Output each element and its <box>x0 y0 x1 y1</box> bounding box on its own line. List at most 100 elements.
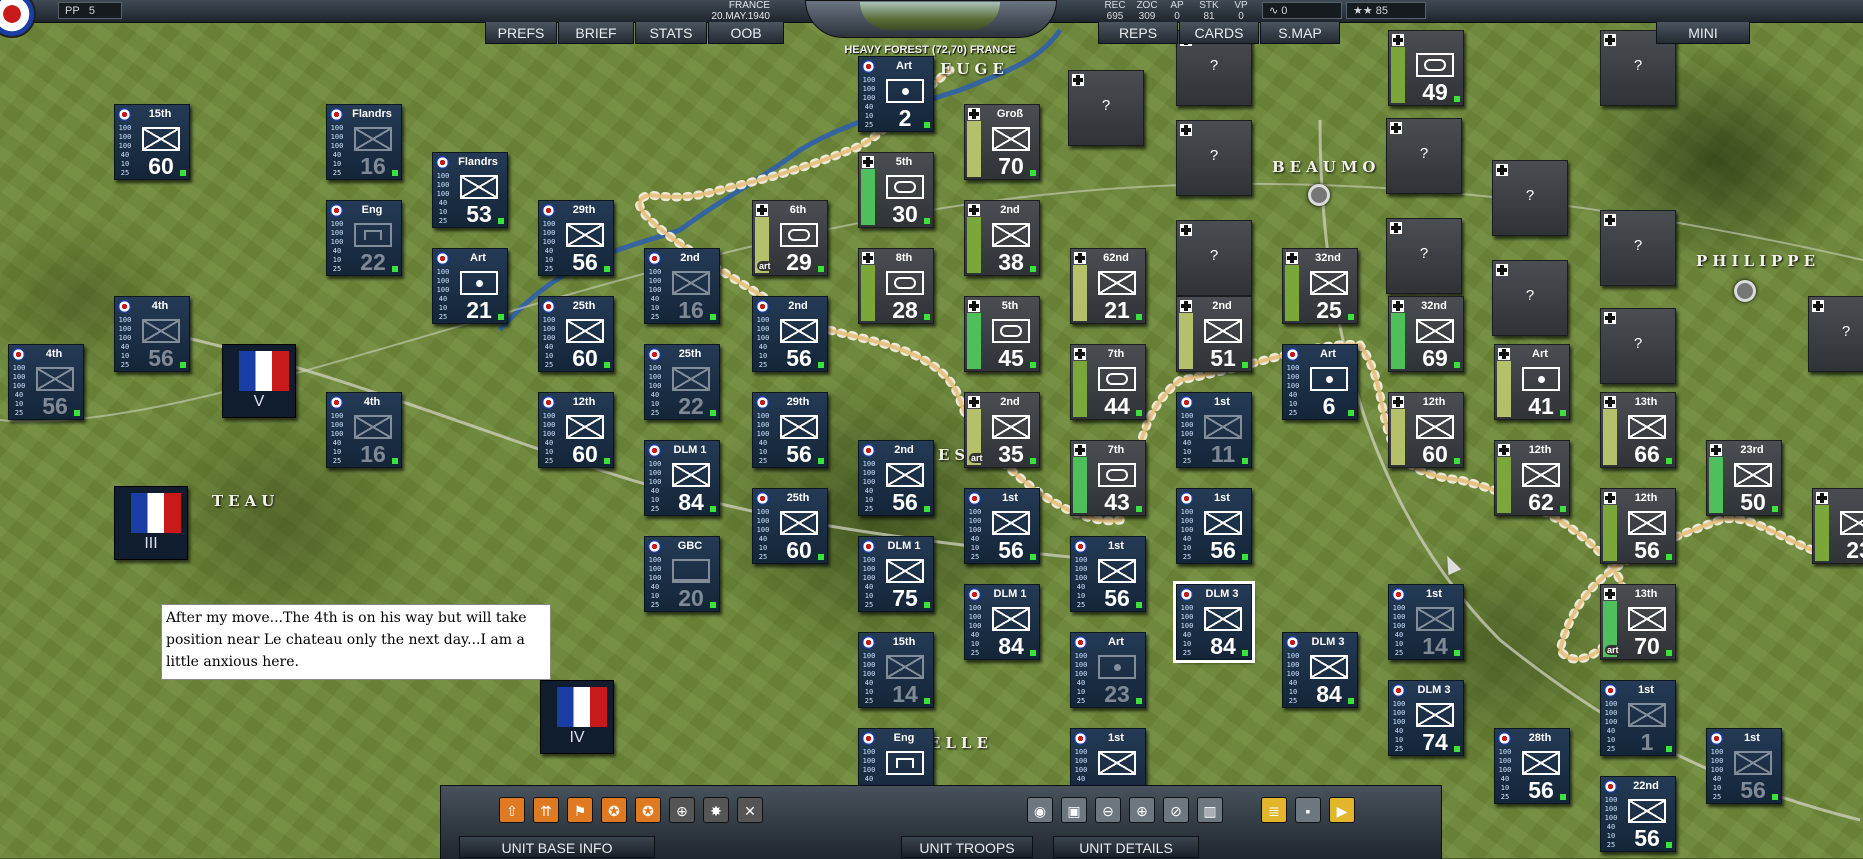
unit-counter[interactable]: 100 100 100 40 10 25 Flandrs 16 <box>326 104 402 180</box>
unit-counter[interactable]: 100 100 100 40 10 25 2nd 16 <box>644 248 720 324</box>
unit-counter[interactable]: 100 100 100 40 10 25 29th 56 <box>752 392 828 468</box>
tab-unit-base-info[interactable]: UNIT BASE INFO <box>459 836 655 858</box>
unit-counter[interactable]: 100 100 100 40 10 25 4th 56 <box>8 344 84 420</box>
tab-reps[interactable]: REPS <box>1098 22 1178 44</box>
tab-brief[interactable]: BRIEF <box>558 22 634 44</box>
unit-counter[interactable]: 2nd 38 <box>964 200 1040 276</box>
unit-counter[interactable]: 100 100 100 40 10 25 1st 14 <box>1388 584 1464 660</box>
unknown-unit[interactable]: ? <box>1176 220 1252 296</box>
view-button[interactable]: ▣ <box>1061 797 1087 823</box>
unit-counter[interactable]: 100 100 100 40 10 25 DLM 3 74 <box>1388 680 1464 756</box>
unit-counter[interactable]: 100 100 100 40 10 25 15th 14 <box>858 632 934 708</box>
explosion-button[interactable]: ✸ <box>703 797 729 823</box>
unknown-unit[interactable]: ? <box>1176 120 1252 196</box>
unit-counter[interactable]: 100 100 100 40 10 25 1st 56 <box>1706 728 1782 804</box>
target-button[interactable]: ⊕ <box>669 797 695 823</box>
unit-counter[interactable]: 23rd 50 <box>1706 440 1782 516</box>
tab-prefs[interactable]: PREFS <box>485 22 557 44</box>
unit-counter[interactable]: 13th 66 <box>1600 392 1676 468</box>
unit-counter[interactable]: 100 100 100 40 10 25 25th 60 <box>538 296 614 372</box>
unit-counter[interactable]: 12th 62 <box>1494 440 1570 516</box>
unknown-unit[interactable]: ? <box>1600 210 1676 286</box>
unit-counter[interactable]: 100 100 100 40 10 25 DLM 1 84 <box>964 584 1040 660</box>
upgrade-button[interactable]: ✪ <box>601 797 627 823</box>
unit-counter[interactable]: 6th 29 art <box>752 200 828 276</box>
unit-counter[interactable]: 100 100 100 40 10 25 1st 56 <box>1176 488 1252 564</box>
upgrade-all-button[interactable]: ✪ <box>635 797 661 823</box>
unit-counter[interactable]: 5th 45 <box>964 296 1040 372</box>
tab-unit-troops[interactable]: UNIT TROOPS <box>901 836 1033 858</box>
camera-button[interactable]: ◉ <box>1027 797 1053 823</box>
unit-counter[interactable]: 62nd 21 <box>1070 248 1146 324</box>
unit-counter[interactable]: 13th 70 art <box>1600 584 1676 660</box>
city-philippeville-icon[interactable] <box>1734 280 1756 302</box>
disband-button[interactable]: ✕ <box>737 797 763 823</box>
unit-counter[interactable]: 100 100 100 40 10 25 2nd 56 <box>752 296 828 372</box>
tab-smap[interactable]: S.MAP <box>1260 22 1340 44</box>
unit-counter[interactable]: 100 100 100 40 10 25 DLM 3 84 <box>1282 632 1358 708</box>
unit-counter[interactable]: 100 100 100 40 10 25 Art 23 <box>1070 632 1146 708</box>
hq-unit-iv[interactable]: IV <box>540 680 614 754</box>
unit-counter[interactable]: 32nd 25 <box>1282 248 1358 324</box>
unit-counter[interactable]: 100 100 100 40 10 25 22nd 56 <box>1600 776 1676 852</box>
unit-counter[interactable]: 100 100 100 40 10 25 1st 1 <box>1600 680 1676 756</box>
unit-counter[interactable]: 100 100 100 40 10 25 29th 56 <box>538 200 614 276</box>
unit-counter[interactable]: 100 100 100 40 10 25 Flandrs 53 <box>432 152 508 228</box>
unknown-unit[interactable]: ? <box>1386 218 1462 294</box>
unit-counter[interactable]: 100 100 100 40 10 25 1st 56 <box>964 488 1040 564</box>
unknown-unit[interactable]: ? <box>1492 260 1568 336</box>
unit-counter[interactable]: 100 100 100 40 10 25 DLM 1 75 <box>858 536 934 612</box>
tab-mini[interactable]: MINI <box>1656 22 1750 44</box>
trash-button[interactable]: ▥ <box>1197 797 1223 823</box>
unit-counter[interactable]: 100 100 100 40 10 25 15th 60 <box>114 104 190 180</box>
unit-counter[interactable]: 100 100 100 40 10 25 GBC 20 <box>644 536 720 612</box>
unit-counter[interactable]: 100 100 100 40 10 25 Eng 22 <box>326 200 402 276</box>
flag-button[interactable]: ⚑ <box>567 797 593 823</box>
tab-unit-details[interactable]: UNIT DETAILS <box>1053 836 1199 858</box>
unit-counter[interactable]: 8th 28 <box>858 248 934 324</box>
unit-counter[interactable]: 100 100 100 40 10 25 25th 60 <box>752 488 828 564</box>
report-button[interactable]: ≣ <box>1261 797 1287 823</box>
unit-counter[interactable]: 5th 30 <box>858 152 934 228</box>
unit-counter[interactable]: 23 <box>1812 488 1863 564</box>
unit-counter[interactable]: Groß 70 <box>964 104 1040 180</box>
unknown-unit[interactable]: ? <box>1600 308 1676 384</box>
unit-counter[interactable]: 100 100 100 40 10 25 1st 56 <box>1070 536 1146 612</box>
unit-counter[interactable]: 7th 43 <box>1070 440 1146 516</box>
zoom-in-button[interactable]: ⊕ <box>1129 797 1155 823</box>
game-map[interactable]: BEAUMO PHILIPPE TEAU EUGE ES APELLE V II… <box>0 0 1863 858</box>
unit-counter[interactable]: 7th 44 <box>1070 344 1146 420</box>
move-up-button[interactable]: ⇧ <box>499 797 525 823</box>
unit-counter[interactable]: 100 100 100 40 10 25 Art 21 <box>432 248 508 324</box>
end-turn-button[interactable]: ▶ <box>1329 797 1355 823</box>
tab-cards[interactable]: CARDS <box>1179 22 1259 44</box>
unit-counter[interactable]: 12th 56 <box>1600 488 1676 564</box>
unit-counter[interactable]: 12th 60 <box>1388 392 1464 468</box>
hq-unit-iii[interactable]: III <box>114 486 188 560</box>
unit-counter[interactable]: 100 100 100 40 10 25 Art 2 <box>858 56 934 132</box>
unit-counter[interactable]: 2nd 35 art <box>964 392 1040 468</box>
trend-box[interactable]: ∿ 0 <box>1262 2 1342 19</box>
stars-box[interactable]: ★★ 85 <box>1346 2 1426 19</box>
unit-counter[interactable]: 100 100 100 40 10 25 4th 56 <box>114 296 190 372</box>
move-all-button[interactable]: ⇈ <box>533 797 559 823</box>
unit-counter[interactable]: 2nd 51 <box>1176 296 1252 372</box>
zoom-reset-button[interactable]: ⊘ <box>1163 797 1189 823</box>
unit-counter[interactable]: Art 41 <box>1494 344 1570 420</box>
unit-counter[interactable]: 100 100 100 40 10 25 2nd 56 <box>858 440 934 516</box>
unit-counter[interactable]: 100 100 100 40 10 25 28th 56 <box>1494 728 1570 804</box>
city-beaumont-icon[interactable] <box>1308 184 1330 206</box>
tab-oob[interactable]: OOB <box>708 22 784 44</box>
unit-counter[interactable]: 49 <box>1388 30 1464 106</box>
unknown-unit[interactable]: ? <box>1492 160 1568 236</box>
save-button[interactable]: ▪ <box>1295 797 1321 823</box>
unit-counter[interactable]: 100 100 100 40 10 25 4th 16 <box>326 392 402 468</box>
hq-unit-v[interactable]: V <box>222 344 296 418</box>
unknown-unit[interactable]: ? <box>1808 296 1863 372</box>
unit-counter[interactable]: 100 100 100 40 10 25 25th 22 <box>644 344 720 420</box>
unit-counter[interactable]: 100 100 100 40 10 25 Art 6 <box>1282 344 1358 420</box>
unknown-unit[interactable]: ? <box>1386 118 1462 194</box>
unit-counter[interactable]: 100 100 100 40 10 25 DLM 1 84 <box>644 440 720 516</box>
unknown-unit[interactable]: ? <box>1068 70 1144 146</box>
zoom-out-button[interactable]: ⊖ <box>1095 797 1121 823</box>
